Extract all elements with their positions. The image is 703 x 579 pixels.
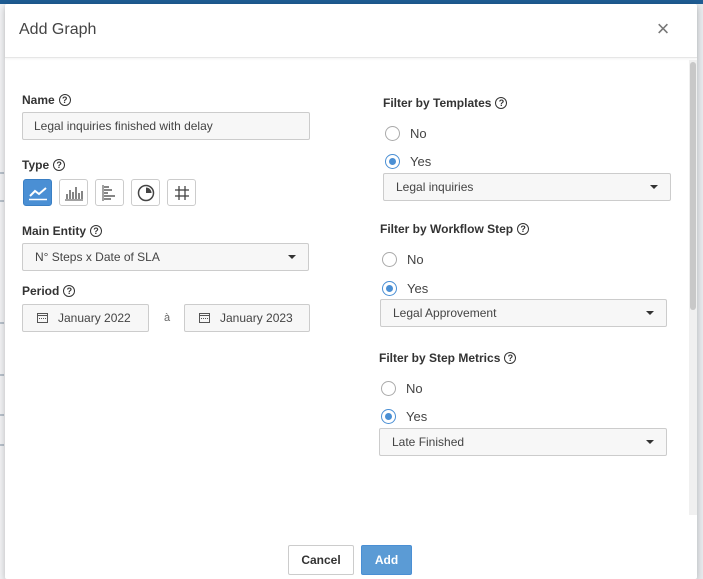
main-entity-select[interactable]: N° Steps x Date of SLA bbox=[22, 243, 309, 271]
period-separator: à bbox=[164, 312, 171, 324]
main-entity-label-text: Main Entity bbox=[22, 224, 87, 238]
radio-button[interactable] bbox=[382, 252, 397, 267]
radio-button[interactable] bbox=[381, 381, 396, 396]
period-from-input[interactable]: January 2022 bbox=[22, 304, 149, 332]
radio-label: No bbox=[410, 126, 427, 141]
chevron-down-icon bbox=[288, 255, 296, 259]
workflow-radio-yes[interactable]: Yes bbox=[382, 281, 428, 296]
radio-label: Yes bbox=[407, 281, 429, 296]
background-mark bbox=[0, 414, 4, 416]
radio-label: No bbox=[406, 381, 423, 396]
chevron-down-icon bbox=[646, 311, 654, 315]
radio-label: Yes bbox=[406, 409, 428, 424]
help-icon[interactable]: ? bbox=[90, 225, 103, 237]
metrics-radio-yes[interactable]: Yes bbox=[381, 409, 427, 424]
line-chart-icon bbox=[28, 186, 47, 200]
period-to-value: January 2023 bbox=[220, 311, 293, 325]
background-mark bbox=[0, 444, 4, 446]
calendar-icon bbox=[37, 313, 48, 323]
metrics-value: Late Finished bbox=[392, 435, 465, 449]
templates-radio-yes[interactable]: Yes bbox=[385, 154, 431, 169]
calendar-icon bbox=[199, 313, 210, 323]
add-button[interactable]: Add bbox=[361, 545, 412, 575]
chevron-down-icon bbox=[646, 440, 654, 444]
name-label: Name ? bbox=[22, 93, 71, 107]
background-mark bbox=[0, 200, 4, 202]
filter-templates-label-text: Filter by Templates bbox=[383, 96, 492, 110]
period-to-input[interactable]: January 2023 bbox=[184, 304, 310, 332]
type-table-button[interactable] bbox=[167, 179, 196, 206]
type-label-text: Type bbox=[22, 158, 50, 172]
type-label: Type ? bbox=[22, 158, 66, 172]
period-label: Period ? bbox=[22, 284, 76, 298]
bar-chart-icon bbox=[64, 186, 83, 200]
help-icon[interactable]: ? bbox=[53, 159, 66, 171]
help-icon[interactable]: ? bbox=[504, 352, 517, 364]
name-label-text: Name bbox=[22, 93, 55, 107]
modal-header: Add Graph × bbox=[5, 4, 697, 58]
background-mark bbox=[0, 322, 4, 324]
radio-button[interactable] bbox=[381, 409, 396, 424]
workflow-value: Legal Approvement bbox=[393, 306, 497, 320]
horizontal-bar-chart-icon bbox=[102, 184, 115, 201]
period-from-value: January 2022 bbox=[58, 311, 131, 325]
type-pie-button[interactable] bbox=[131, 179, 160, 206]
radio-button[interactable] bbox=[385, 126, 400, 141]
background-mark bbox=[0, 374, 4, 376]
filter-workflow-label-text: Filter by Workflow Step bbox=[380, 222, 514, 236]
chart-type-selector bbox=[23, 179, 196, 206]
period-label-text: Period bbox=[22, 284, 60, 298]
pie-chart-icon bbox=[137, 184, 154, 201]
templates-radio-no[interactable]: No bbox=[385, 126, 427, 141]
radio-label: No bbox=[407, 252, 424, 267]
help-icon[interactable]: ? bbox=[517, 223, 530, 235]
cancel-button[interactable]: Cancel bbox=[288, 545, 354, 575]
scrollbar-thumb[interactable] bbox=[690, 62, 696, 310]
filter-templates-label: Filter by Templates ? bbox=[383, 96, 508, 110]
name-input[interactable]: Legal inquiries finished with delay bbox=[22, 112, 310, 140]
table-grid-icon bbox=[174, 185, 189, 200]
radio-button[interactable] bbox=[382, 281, 397, 296]
add-graph-modal: Add Graph × Name ? Legal inquiries finis… bbox=[5, 4, 697, 579]
help-icon[interactable]: ? bbox=[63, 285, 76, 297]
main-entity-label: Main Entity ? bbox=[22, 224, 103, 238]
chevron-down-icon bbox=[650, 185, 658, 189]
type-line-button[interactable] bbox=[23, 179, 52, 206]
close-icon[interactable]: × bbox=[651, 18, 675, 42]
type-bar-button[interactable] bbox=[59, 179, 88, 206]
help-icon[interactable]: ? bbox=[58, 94, 71, 106]
workflow-select[interactable]: Legal Approvement bbox=[380, 299, 667, 327]
background-mark bbox=[0, 172, 4, 174]
radio-button[interactable] bbox=[385, 154, 400, 169]
metrics-select[interactable]: Late Finished bbox=[379, 428, 667, 456]
modal-scrollbar[interactable] bbox=[689, 60, 697, 515]
templates-value: Legal inquiries bbox=[396, 180, 474, 194]
templates-select[interactable]: Legal inquiries bbox=[383, 173, 671, 201]
main-entity-value: N° Steps x Date of SLA bbox=[35, 250, 160, 264]
modal-title: Add Graph bbox=[19, 21, 97, 38]
filter-workflow-label: Filter by Workflow Step ? bbox=[380, 222, 530, 236]
filter-metrics-label: Filter by Step Metrics ? bbox=[379, 351, 517, 365]
help-icon[interactable]: ? bbox=[495, 97, 508, 109]
filter-metrics-label-text: Filter by Step Metrics bbox=[379, 351, 501, 365]
metrics-radio-no[interactable]: No bbox=[381, 381, 423, 396]
workflow-radio-no[interactable]: No bbox=[382, 252, 424, 267]
type-horizontal-bar-button[interactable] bbox=[95, 179, 124, 206]
radio-label: Yes bbox=[410, 154, 432, 169]
